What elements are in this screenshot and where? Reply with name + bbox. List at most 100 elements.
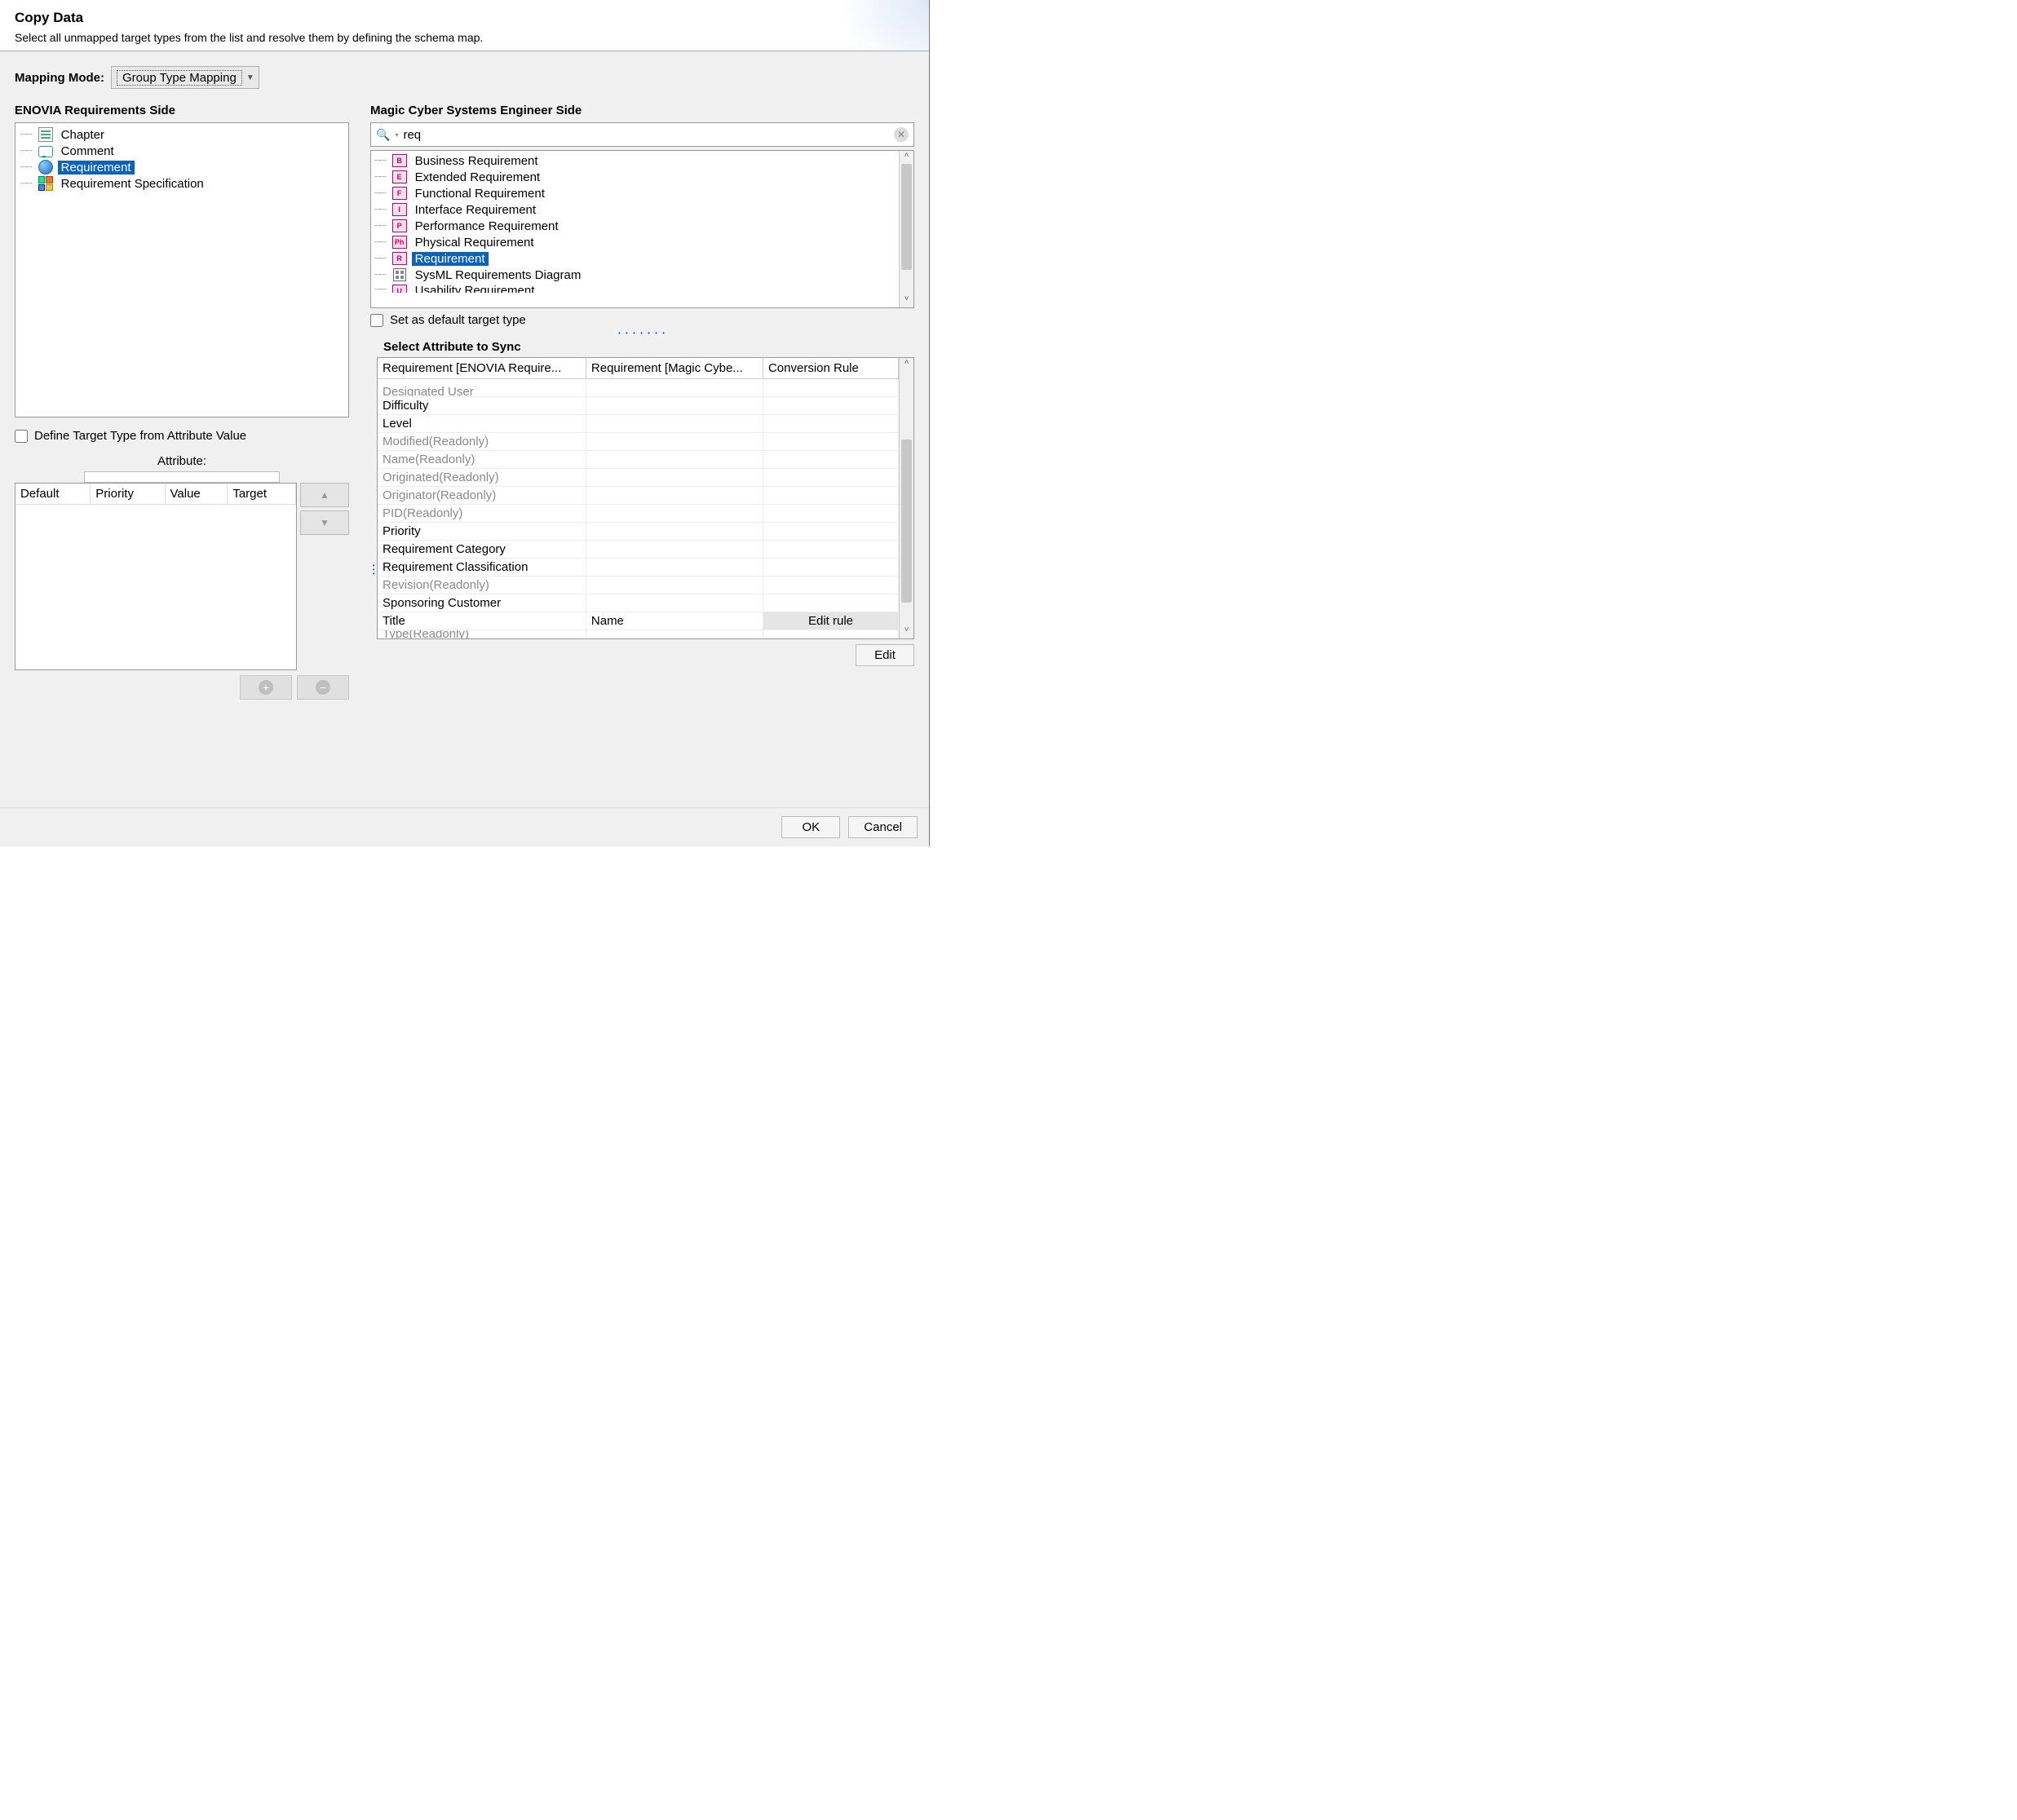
table-row[interactable]: TitleNameEdit rule <box>378 612 899 630</box>
tree-item-label: Functional Requirement <box>412 187 548 201</box>
clear-search-icon[interactable]: ✕ <box>894 127 909 142</box>
search-box[interactable]: 🔍 ▾ ✕ <box>370 122 914 147</box>
search-input[interactable] <box>403 128 889 142</box>
tree-connector: ┈┈ <box>20 145 32 157</box>
mapping-mode-combo[interactable]: Group Type Mapping ▼ <box>111 66 259 89</box>
table-row[interactable]: PID(Readonly) <box>378 505 899 523</box>
table-row[interactable]: Name(Readonly) <box>378 451 899 469</box>
set-default-label: Set as default target type <box>390 313 526 327</box>
cell-conversion-rule <box>763 576 898 594</box>
cell-conversion-rule <box>763 630 898 639</box>
tree-connector: ┈┈ <box>374 220 386 232</box>
vertical-splitter[interactable]: • • • <box>370 338 377 801</box>
attribute-value-table[interactable]: DefaultPriorityValueTarget <box>15 483 297 670</box>
ok-button[interactable]: OK <box>781 816 840 838</box>
enovia-tree-item[interactable]: ┈┈Requirement Specification <box>20 175 343 192</box>
remove-button[interactable]: − <box>297 675 349 700</box>
enovia-tree[interactable]: ┈┈Chapter┈┈Comment┈┈Requirement┈┈Require… <box>15 122 349 417</box>
column-header[interactable]: Value <box>165 484 228 505</box>
magic-tree-item[interactable]: ┈┈BBusiness Requirement <box>374 152 896 169</box>
table-row[interactable]: Level <box>378 415 899 433</box>
plus-icon: + <box>259 680 273 695</box>
magic-tree-item[interactable]: ┈┈IInterface Requirement <box>374 201 896 218</box>
table-row[interactable]: Originated(Readonly) <box>378 469 899 487</box>
set-default-row[interactable]: Set as default target type <box>370 313 914 327</box>
small-table-wrap: DefaultPriorityValueTarget ▲ ▼ <box>15 483 349 670</box>
cell-enovia-attr: Level <box>378 415 586 433</box>
enovia-tree-item[interactable]: ┈┈Chapter <box>20 126 343 143</box>
stereotype-icon: R <box>392 251 407 266</box>
table-row[interactable]: Modified(Readonly) <box>378 433 899 451</box>
move-up-button[interactable]: ▲ <box>300 483 349 507</box>
table-scrollbar[interactable]: ˄ ˅ <box>899 358 913 638</box>
scroll-up-icon[interactable]: ˄ <box>900 358 913 371</box>
define-target-row[interactable]: Define Target Type from Attribute Value <box>15 429 349 443</box>
attr-sync-table[interactable]: Requirement [ENOVIA Require...Requiremen… <box>378 358 899 638</box>
move-down-button[interactable]: ▼ <box>300 510 349 535</box>
column-header[interactable]: Requirement [Magic Cybe... <box>586 358 763 379</box>
right-panel-title: Magic Cyber Systems Engineer Side <box>370 104 914 117</box>
tree-item-label: SysML Requirements Diagram <box>412 268 585 282</box>
enovia-tree-item[interactable]: ┈┈Comment <box>20 143 343 159</box>
tree-item-label: Business Requirement <box>412 154 542 168</box>
scroll-up-icon[interactable]: ˄ <box>900 151 913 164</box>
cell-magic-attr <box>586 630 763 639</box>
set-default-checkbox[interactable] <box>370 314 383 327</box>
table-row[interactable]: Requirement Category <box>378 541 899 559</box>
cancel-button[interactable]: Cancel <box>848 816 918 838</box>
diagram-icon <box>392 267 407 282</box>
attribute-input[interactable] <box>84 471 280 483</box>
cell-conversion-rule <box>763 397 898 415</box>
tree-connector: ┈┈ <box>374 204 386 216</box>
scroll-down-icon[interactable]: ˅ <box>900 625 913 638</box>
cell-magic-attr <box>586 559 763 576</box>
cell-enovia-attr: Name(Readonly) <box>378 451 586 469</box>
column-header[interactable]: Requirement [ENOVIA Require... <box>378 358 586 379</box>
scroll-thumb[interactable] <box>901 164 912 270</box>
copy-data-dialog: Copy Data Select all unmapped target typ… <box>0 0 930 846</box>
cell-enovia-attr: Requirement Classification <box>378 559 586 576</box>
req-icon <box>38 160 53 174</box>
cell-conversion-rule[interactable]: Edit rule <box>763 612 898 630</box>
search-dropdown-icon[interactable]: ▾ <box>395 131 398 139</box>
magic-tree-item[interactable]: ┈┈EExtended Requirement <box>374 169 896 185</box>
stereotype-icon: E <box>392 170 407 184</box>
enovia-tree-item[interactable]: ┈┈Requirement <box>20 159 343 175</box>
edit-button[interactable]: Edit <box>856 644 914 666</box>
tree-scrollbar[interactable]: ˄ ˅ <box>899 151 913 307</box>
magic-tree[interactable]: ┈┈BBusiness Requirement ┈┈ E Extended Requi… <box>371 151 899 307</box>
magic-tree-item[interactable]: ┈┈UUsability Requirement <box>374 283 896 293</box>
stereotype-icon: P <box>392 219 407 233</box>
column-header[interactable]: Target <box>228 484 296 505</box>
reqspec-icon <box>38 176 53 191</box>
table-row[interactable]: Difficulty <box>378 397 899 415</box>
table-row[interactable]: Priority <box>378 523 899 541</box>
magic-tree-item[interactable]: ┈┈PhPhysical Requirement <box>374 234 896 250</box>
table-row[interactable]: Sponsoring Customer <box>378 594 899 612</box>
scroll-down-icon[interactable]: ˅ <box>900 294 913 307</box>
magic-tree-item[interactable]: ┈┈RRequirement <box>374 250 896 267</box>
scroll-thumb[interactable] <box>901 440 912 603</box>
table-row[interactable]: Type(Readonly) <box>378 630 899 639</box>
define-target-checkbox[interactable] <box>15 430 28 443</box>
horizontal-splitter[interactable]: • • • • • • • <box>370 327 914 338</box>
table-row[interactable]: Requirement Classification <box>378 559 899 576</box>
table-row[interactable]: Revision(Readonly) <box>378 576 899 594</box>
magic-tree-item[interactable]: ┈┈SysML Requirements Diagram <box>374 267 896 283</box>
cell-magic-attr <box>586 576 763 594</box>
table-row[interactable]: Designated User <box>378 379 899 397</box>
table-row[interactable]: Originator(Readonly) <box>378 487 899 505</box>
add-button[interactable]: + <box>240 675 292 700</box>
column-header[interactable]: Conversion Rule <box>763 358 898 379</box>
attr-section-title: Select Attribute to Sync <box>383 340 914 354</box>
cell-magic-attr <box>586 487 763 505</box>
cell-enovia-attr: Originated(Readonly) <box>378 469 586 487</box>
magic-tree-item[interactable]: ┈┈PPerformance Requirement <box>374 218 896 234</box>
tree-item-label: Extended Requirement <box>412 170 543 184</box>
add-remove-row: + − <box>15 675 349 700</box>
column-header[interactable]: Priority <box>91 484 165 505</box>
cell-conversion-rule <box>763 433 898 451</box>
column-header[interactable]: Default <box>15 484 91 505</box>
cell-conversion-rule <box>763 594 898 612</box>
magic-tree-item[interactable]: ┈┈FFunctional Requirement <box>374 185 896 201</box>
